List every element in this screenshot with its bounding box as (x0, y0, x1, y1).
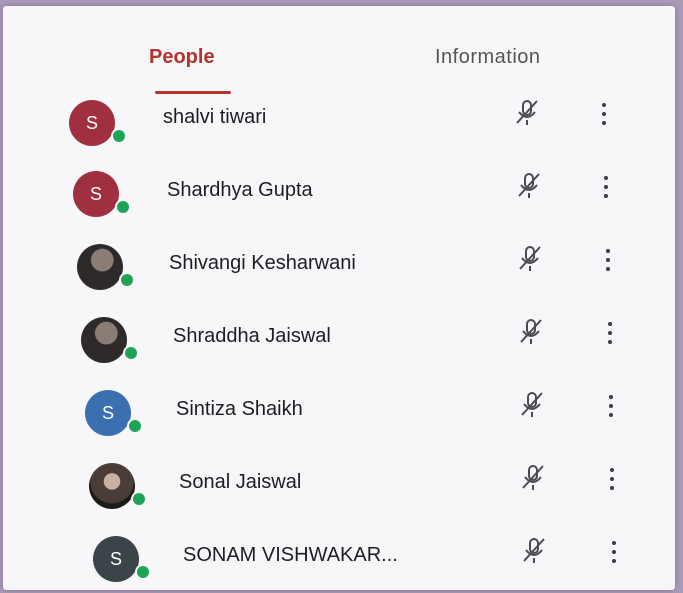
online-status-dot (127, 418, 143, 434)
list-item[interactable]: Shraddha Jaiswal (3, 309, 675, 379)
list-item[interactable]: S Shardhya Gupta (3, 167, 675, 237)
mic-off-icon[interactable] (516, 171, 542, 201)
avatar: S (69, 100, 115, 146)
online-status-dot (131, 491, 147, 507)
online-status-dot (119, 272, 135, 288)
mic-off-icon[interactable] (518, 317, 544, 347)
participant-name: Sonal Jaiswal (179, 471, 302, 493)
avatar (77, 244, 123, 290)
mic-off-icon[interactable] (519, 390, 545, 420)
list-item[interactable]: Sonal Jaiswal (3, 451, 675, 521)
avatar (89, 463, 135, 509)
more-options-icon[interactable] (604, 392, 618, 420)
mic-off-icon[interactable] (520, 463, 546, 493)
participant-name: Sintiza Shaikh (176, 398, 303, 420)
avatar (81, 317, 127, 363)
mic-off-icon[interactable] (517, 244, 543, 274)
participant-name: SONAM VISHWAKAR... (183, 544, 398, 566)
more-options-icon[interactable] (599, 173, 613, 201)
more-options-icon[interactable] (597, 100, 611, 128)
tab-information[interactable]: Information (435, 46, 541, 69)
avatar: S (93, 536, 139, 582)
avatar: S (85, 390, 131, 436)
avatar-initial: S (101, 402, 114, 423)
avatar-initial: S (89, 183, 102, 204)
list-item[interactable]: S SONAM VISHWAKAR... (3, 522, 675, 590)
active-tab-indicator (155, 91, 231, 94)
avatar-initial: S (85, 112, 98, 133)
participant-name: Shraddha Jaiswal (173, 325, 331, 347)
list-item[interactable]: S Sintiza Shaikh (3, 380, 675, 450)
mic-off-icon[interactable] (521, 536, 547, 566)
list-item[interactable]: Shivangi Kesharwani (3, 238, 675, 308)
avatar: S (73, 171, 119, 217)
participant-name: shalvi tiwari (163, 106, 267, 128)
participant-name: Shardhya Gupta (167, 179, 313, 201)
online-status-dot (115, 199, 131, 215)
more-options-icon[interactable] (607, 538, 621, 566)
more-options-icon[interactable] (603, 319, 617, 347)
online-status-dot (123, 345, 139, 361)
list-item[interactable]: S shalvi tiwari (3, 96, 675, 166)
more-options-icon[interactable] (605, 465, 619, 493)
online-status-dot (135, 564, 151, 580)
participants-panel: People Information S shalvi tiwari S Sha… (3, 6, 675, 590)
online-status-dot (111, 128, 127, 144)
mic-off-icon[interactable] (514, 98, 540, 128)
more-options-icon[interactable] (601, 246, 615, 274)
participant-name: Shivangi Kesharwani (169, 252, 356, 274)
avatar-initial: S (109, 548, 122, 569)
tab-people[interactable]: People (149, 46, 215, 69)
tab-bar: People Information (3, 6, 675, 96)
